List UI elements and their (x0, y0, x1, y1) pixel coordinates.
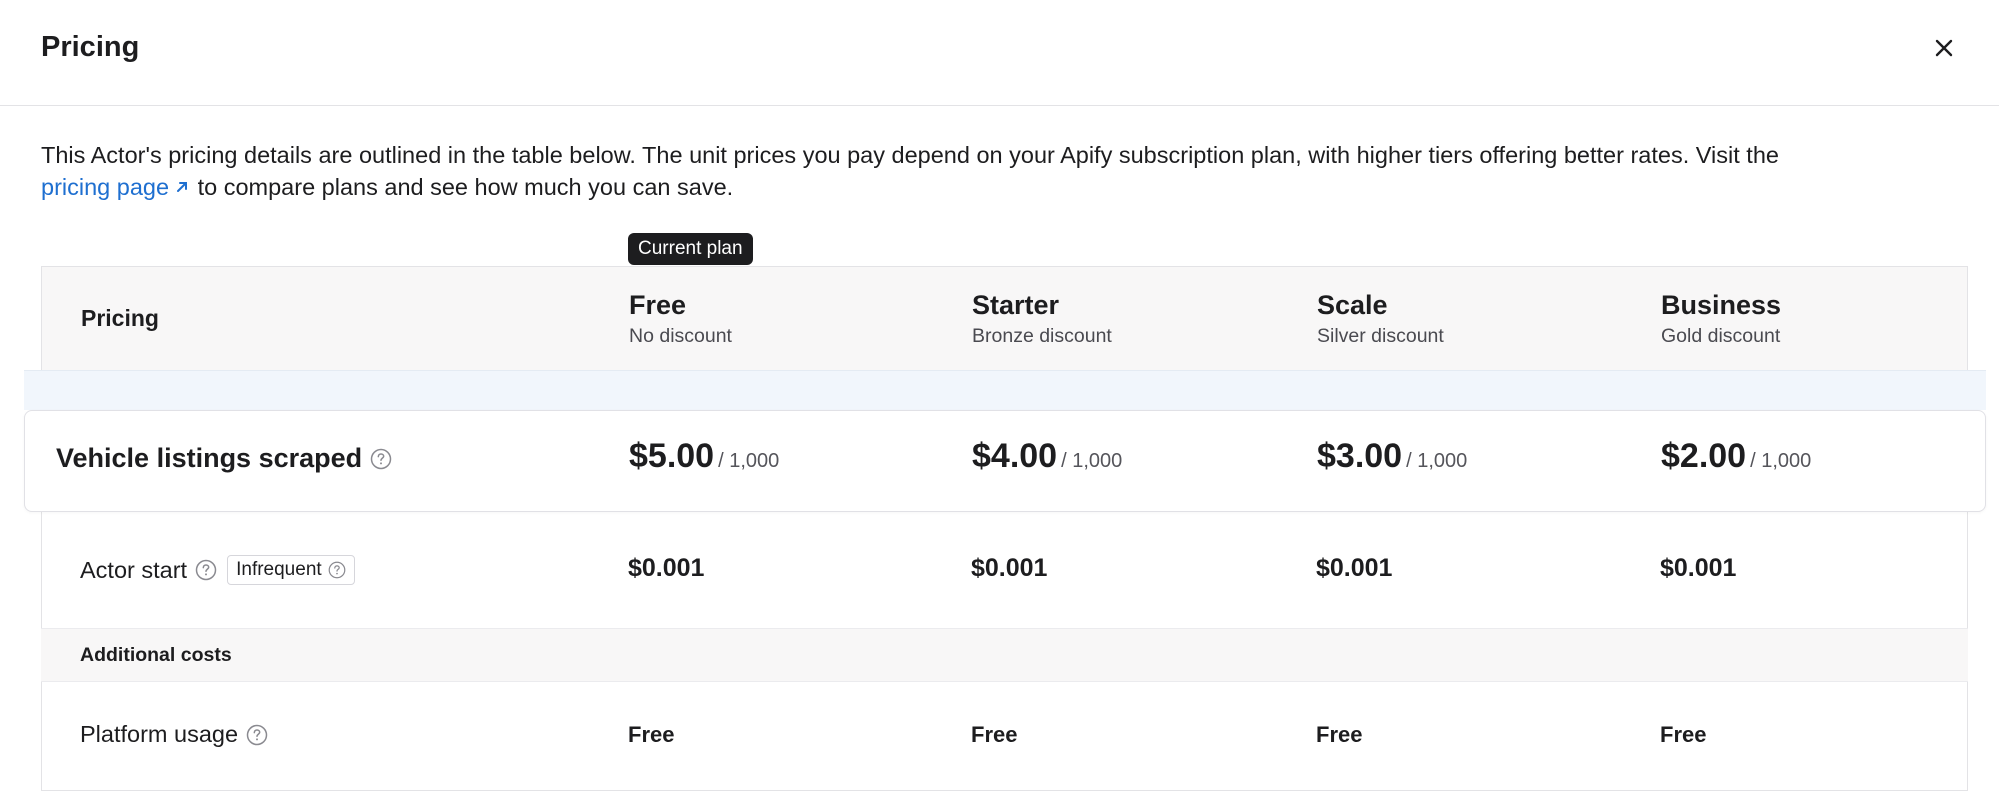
price-cell: $0.001 (628, 554, 705, 582)
close-icon (1935, 39, 1953, 57)
additional-costs-label: Additional costs (80, 644, 232, 666)
plan-discount: No discount (629, 325, 732, 347)
infrequent-badge[interactable]: Infrequent (227, 555, 355, 585)
plan-column-scale: Scale Silver discount (1317, 289, 1444, 348)
price-unit: / 1,000 (1750, 450, 1812, 472)
price-cell: $0.001 (1660, 554, 1737, 582)
price-amount: $4.00 (972, 437, 1058, 475)
plan-discount: Silver discount (1317, 325, 1444, 347)
price-cell: $2.00/ 1,000 (1661, 437, 1811, 476)
price-cell: Free (971, 722, 1018, 747)
price-cell: $5.00/ 1,000 (629, 437, 779, 476)
table-header-label: Pricing (81, 305, 159, 331)
intro-text-before: This Actor's pricing details are outline… (41, 142, 1779, 168)
help-icon[interactable] (195, 559, 217, 581)
highlight-band (24, 370, 1986, 410)
pricing-page-link-label: pricing page (41, 174, 170, 200)
help-icon[interactable] (246, 724, 268, 746)
row-label: Actor start (80, 556, 188, 583)
vehicle-listings-label: Vehicle listings scraped (56, 443, 392, 474)
help-icon (328, 561, 346, 579)
platform-usage-row: Platform usage Free Free Free Free (41, 682, 1968, 790)
dialog-title: Pricing (41, 31, 140, 63)
plan-column-starter: Starter Bronze discount (972, 289, 1112, 348)
plan-discount: Bronze discount (972, 325, 1112, 347)
platform-usage-label: Platform usage (80, 721, 268, 748)
price-cell: $4.00/ 1,000 (972, 437, 1122, 476)
price-unit: / 1,000 (1406, 450, 1468, 472)
vehicle-listings-row: Vehicle listings scraped $5.00/ 1,000 $4… (24, 410, 1986, 512)
price-amount: $2.00 (1661, 437, 1747, 475)
table-header: Pricing Free No discount Starter Bronze … (42, 267, 1967, 371)
price-cell: $3.00/ 1,000 (1317, 437, 1467, 476)
price-cell: $0.001 (1316, 554, 1393, 582)
plan-discount: Gold discount (1661, 325, 1781, 347)
intro-text-after: to compare plans and see how much you ca… (191, 174, 734, 200)
plan-name: Starter (972, 290, 1060, 320)
plan-column-free: Free No discount (629, 289, 732, 348)
actor-start-row: Actor start Infrequent $0.001 $0.001 $0.… (41, 512, 1968, 629)
price-cell: Free (628, 722, 675, 747)
close-button[interactable] (1926, 30, 1962, 66)
row-label: Platform usage (80, 721, 239, 747)
current-plan-badge: Current plan (628, 233, 753, 265)
external-link-icon (177, 182, 188, 192)
dialog-header: Pricing (0, 0, 1999, 106)
plan-name: Scale (1317, 290, 1388, 320)
plan-name: Business (1661, 290, 1782, 320)
price-cell: $0.001 (971, 554, 1048, 582)
plan-name: Free (629, 290, 687, 320)
pricing-page-link[interactable]: pricing page (41, 174, 191, 200)
help-icon[interactable] (370, 448, 392, 470)
price-amount: $5.00 (629, 437, 715, 475)
plan-column-business: Business Gold discount (1661, 289, 1781, 348)
actor-start-label: Actor start Infrequent (80, 555, 355, 585)
price-unit: / 1,000 (1061, 450, 1123, 472)
badge-label: Infrequent (236, 559, 322, 580)
price-cell: Free (1316, 722, 1363, 747)
price-amount: $3.00 (1317, 437, 1403, 475)
additional-costs-row: Additional costs (41, 629, 1968, 682)
row-label: Vehicle listings scraped (56, 443, 363, 473)
price-unit: / 1,000 (718, 450, 780, 472)
price-cell: Free (1660, 722, 1707, 747)
intro-text: This Actor's pricing details are outline… (41, 139, 1941, 203)
